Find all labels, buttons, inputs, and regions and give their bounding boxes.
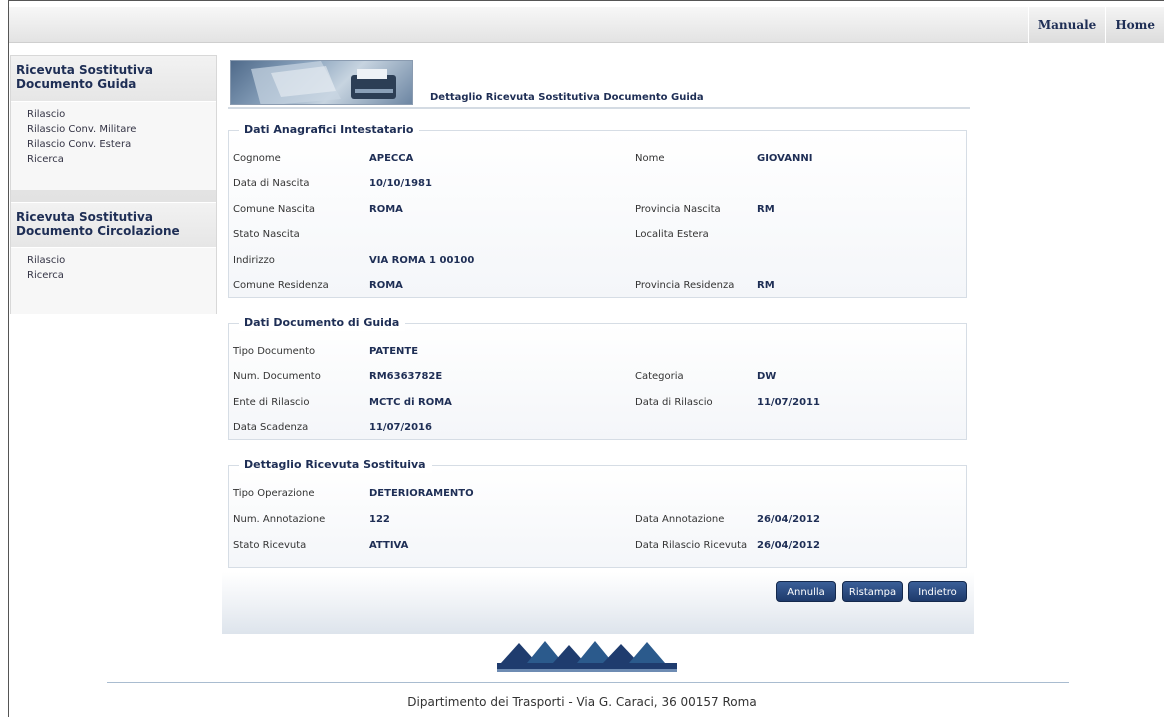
manuale-link[interactable]: Manuale xyxy=(1027,7,1106,43)
header-banner-image xyxy=(230,60,413,105)
num-documento-value: RM6363782E xyxy=(369,371,443,382)
tipo-documento-label: Tipo Documento xyxy=(233,346,316,357)
provincia-residenza-label: Provincia Residenza xyxy=(635,280,735,291)
ente-rilascio-label: Ente di Rilascio xyxy=(233,397,310,408)
num-annotazione-label: Num. Annotazione xyxy=(233,514,326,525)
nome-label: Nome xyxy=(635,153,665,164)
cognome-label: Cognome xyxy=(233,153,281,164)
sidebar-section-circolazione: Ricevuta Sostitutiva Documento Circolazi… xyxy=(11,202,216,314)
data-nascita-value: 10/10/1981 xyxy=(369,178,432,189)
data-annotazione-value: 26/04/2012 xyxy=(757,514,820,525)
data-nascita-label: Data di Nascita xyxy=(233,178,310,189)
row-data-scadenza: Data Scadenza 11/07/2016 xyxy=(229,420,966,436)
stato-ricevuta-label: Stato Ricevuta xyxy=(233,540,307,551)
stato-ricevuta-value: ATTIVA xyxy=(369,540,409,551)
indietro-button[interactable]: Indietro xyxy=(908,581,967,602)
sidebar-items: Rilascio Ricerca xyxy=(11,248,216,314)
top-nav: Manuale Home xyxy=(1027,7,1164,43)
ricevuta-panel: Dettaglio Ricevuta Sostituiva Tipo Opera… xyxy=(228,457,967,568)
num-documento-label: Num. Documento xyxy=(233,371,321,382)
anagrafici-legend: Dati Anagrafici Intestatario xyxy=(239,122,420,138)
provincia-residenza-value: RM xyxy=(757,280,775,291)
indirizzo-label: Indirizzo xyxy=(233,255,275,266)
comune-residenza-label: Comune Residenza xyxy=(233,280,329,291)
row-num-documento: Num. Documento RM6363782E Categoria DW xyxy=(229,369,966,385)
header-divider xyxy=(228,107,970,109)
row-num-annotazione: Num. Annotazione 122 Data Annotazione 26… xyxy=(229,512,966,528)
categoria-label: Categoria xyxy=(635,371,684,382)
sidebar-section-title: Ricevuta Sostitutiva Documento Circolazi… xyxy=(11,202,216,248)
sidebar-section-title: Ricevuta Sostitutiva Documento Guida xyxy=(11,56,216,102)
row-tipo-documento: Tipo Documento PATENTE xyxy=(229,344,966,360)
row-cognome: Cognome APECCA Nome GIOVANNI xyxy=(229,151,966,167)
sidebar-section-guida: Ricevuta Sostitutiva Documento Guida Ril… xyxy=(11,56,216,190)
localita-estera-label: Localita Estera xyxy=(635,229,709,240)
cognome-value: APECCA xyxy=(369,153,414,164)
footer-divider xyxy=(107,682,1069,683)
anagrafici-panel: Dati Anagrafici Intestatario Cognome APE… xyxy=(228,122,967,298)
data-scadenza-label: Data Scadenza xyxy=(233,422,309,433)
row-data-nascita: Data di Nascita 10/10/1981 xyxy=(229,176,966,192)
provincia-nascita-label: Provincia Nascita xyxy=(635,204,721,215)
indirizzo-value: VIA ROMA 1 00100 xyxy=(369,255,475,266)
window-frame-top xyxy=(8,0,1164,1)
row-comune-residenza: Comune Residenza ROMA Provincia Residenz… xyxy=(229,278,966,294)
nome-value: GIOVANNI xyxy=(757,153,813,164)
page-title: Dettaglio Ricevuta Sostitutiva Documento… xyxy=(430,92,704,103)
comune-residenza-value: ROMA xyxy=(369,280,403,291)
tipo-operazione-label: Tipo Operazione xyxy=(233,488,315,499)
row-tipo-operazione: Tipo Operazione DETERIORAMENTO xyxy=(229,486,966,502)
footer-address: Dipartimento dei Trasporti - Via G. Cara… xyxy=(407,695,757,709)
data-rilascio-value: 11/07/2011 xyxy=(757,397,820,408)
num-annotazione-value: 122 xyxy=(369,514,390,525)
sidebar-item-ricerca[interactable]: Ricerca xyxy=(27,152,216,167)
provincia-nascita-value: RM xyxy=(757,204,775,215)
data-scadenza-value: 11/07/2016 xyxy=(369,422,432,433)
documento-panel: Dati Documento di Guida Tipo Documento P… xyxy=(228,315,967,440)
tipo-operazione-value: DETERIORAMENTO xyxy=(369,488,474,499)
ente-rilascio-value: MCTC di ROMA xyxy=(369,397,452,408)
row-comune-nascita: Comune Nascita ROMA Provincia Nascita RM xyxy=(229,202,966,218)
data-rilascio-ricevuta-label: Data Rilascio Ricevuta xyxy=(635,540,748,551)
home-link[interactable]: Home xyxy=(1105,7,1164,43)
sidebar-item-rilascio-conv-militare[interactable]: Rilascio Conv. Militare xyxy=(27,122,216,137)
stato-nascita-label: Stato Nascita xyxy=(233,229,300,240)
sidebar-item-rilascio[interactable]: Rilascio xyxy=(27,107,216,122)
sidebar-item-rilascio[interactable]: Rilascio xyxy=(27,253,216,268)
row-indirizzo: Indirizzo VIA ROMA 1 00100 xyxy=(229,253,966,269)
row-stato-nascita: Stato Nascita Localita Estera xyxy=(229,227,966,243)
row-stato-ricevuta: Stato Ricevuta ATTIVA Data Rilascio Rice… xyxy=(229,538,966,554)
sidebar-items: Rilascio Rilascio Conv. Militare Rilasci… xyxy=(11,102,216,190)
sidebar: Ricevuta Sostitutiva Documento Guida Ril… xyxy=(10,55,217,314)
data-rilascio-ricevuta-value: 26/04/2012 xyxy=(757,540,820,551)
tipo-documento-value: PATENTE xyxy=(369,346,419,357)
data-rilascio-label: Data di Rilascio xyxy=(635,397,713,408)
data-annotazione-label: Data Annotazione xyxy=(635,514,725,525)
documento-legend: Dati Documento di Guida xyxy=(239,315,406,331)
annulla-button[interactable]: Annulla xyxy=(776,581,836,602)
window-frame-left xyxy=(8,0,9,717)
comune-nascita-label: Comune Nascita xyxy=(233,204,315,215)
ricevuta-legend: Dettaglio Ricevuta Sostituiva xyxy=(239,457,432,473)
sidebar-item-rilascio-conv-estera[interactable]: Rilascio Conv. Estera xyxy=(27,137,216,152)
categoria-value: DW xyxy=(757,371,777,382)
ristampa-button[interactable]: Ristampa xyxy=(842,581,903,602)
row-ente-rilascio: Ente di Rilascio MCTC di ROMA Data di Ri… xyxy=(229,395,966,411)
top-bar xyxy=(9,7,1164,43)
comune-nascita-value: ROMA xyxy=(369,204,403,215)
sidebar-item-ricerca[interactable]: Ricerca xyxy=(27,268,216,283)
footer-logo-image xyxy=(497,639,677,673)
